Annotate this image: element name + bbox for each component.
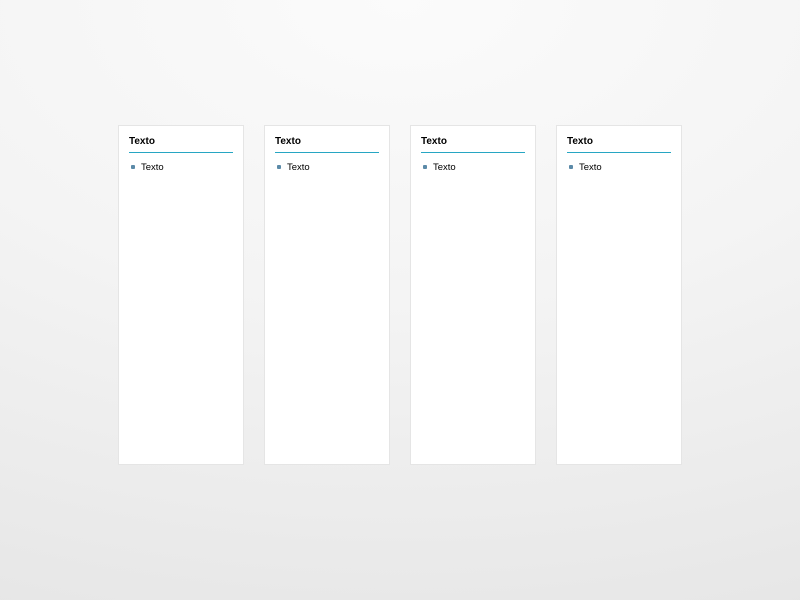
list-item: Texto (567, 161, 671, 174)
card-list: Texto (567, 161, 671, 174)
list-item: Texto (275, 161, 379, 174)
title-divider (421, 152, 525, 153)
card-title: Texto (275, 136, 379, 148)
title-divider (275, 152, 379, 153)
card-3: Texto Texto (410, 125, 536, 465)
list-item: Texto (421, 161, 525, 174)
card-title: Texto (567, 136, 671, 148)
card-row: Texto Texto Texto Texto Texto Texto Text… (118, 125, 682, 465)
list-item: Texto (129, 161, 233, 174)
card-list: Texto (129, 161, 233, 174)
card-4: Texto Texto (556, 125, 682, 465)
card-list: Texto (421, 161, 525, 174)
card-1: Texto Texto (118, 125, 244, 465)
canvas: Texto Texto Texto Texto Texto Texto Text… (0, 0, 800, 600)
card-title: Texto (421, 136, 525, 148)
card-title: Texto (129, 136, 233, 148)
card-2: Texto Texto (264, 125, 390, 465)
card-list: Texto (275, 161, 379, 174)
title-divider (129, 152, 233, 153)
title-divider (567, 152, 671, 153)
